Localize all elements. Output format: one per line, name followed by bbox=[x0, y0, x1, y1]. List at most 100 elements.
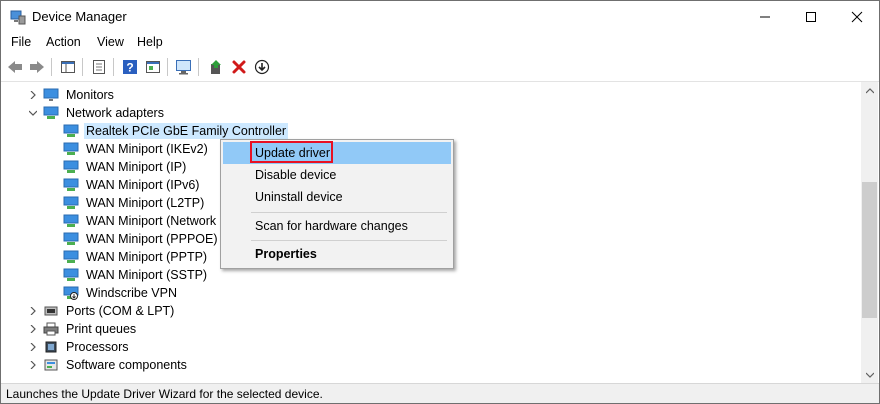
tree-item-label: WAN Miniport (IP) bbox=[86, 160, 187, 174]
tree-item-wan-miniport-pppoe[interactable]: WAN Miniport (PPPOE) bbox=[63, 230, 220, 248]
forward-arrow-icon bbox=[30, 61, 44, 73]
vertical-scrollbar[interactable] bbox=[861, 82, 878, 383]
toolbar-separator bbox=[198, 58, 199, 76]
scan-computer-button[interactable] bbox=[174, 57, 194, 77]
close-button[interactable] bbox=[834, 1, 879, 32]
context-menu-update-driver[interactable]: Update driver bbox=[223, 141, 451, 164]
tree-item-wan-miniport-ikev2[interactable]: WAN Miniport (IKEv2) bbox=[63, 140, 210, 158]
tree-item-windscribe-vpn[interactable]: Windscribe VPN bbox=[63, 284, 179, 302]
window-title: Device Manager bbox=[32, 9, 127, 24]
tree-item-label: WAN Miniport (IKEv2) bbox=[86, 142, 208, 156]
tree-item-wan-miniport-pptp[interactable]: WAN Miniport (PPTP) bbox=[63, 248, 209, 266]
expand-chevron-icon[interactable] bbox=[27, 356, 39, 374]
scroll-up-button[interactable] bbox=[861, 82, 878, 99]
network-adapter-icon bbox=[63, 142, 79, 156]
network-adapter-icon bbox=[63, 160, 79, 174]
properties-icon bbox=[93, 60, 105, 74]
tree-item-network-adapters[interactable]: Network adapters bbox=[27, 104, 166, 122]
status-bar: Launches the Update Driver Wizard for th… bbox=[1, 383, 879, 403]
tree-item-software-components[interactable]: Software components bbox=[27, 356, 189, 374]
tree-item-label: Processors bbox=[66, 340, 129, 354]
forward-button[interactable] bbox=[27, 57, 47, 77]
scroll-down-button[interactable] bbox=[861, 366, 878, 383]
download-icon bbox=[254, 59, 270, 75]
scrollbar-thumb[interactable] bbox=[862, 182, 877, 318]
update-driver-icon bbox=[211, 60, 221, 74]
enable-device-toolbar-button[interactable] bbox=[252, 57, 272, 77]
context-menu: Update driver Disable device Uninstall d… bbox=[220, 139, 454, 269]
show-hide-tree-button[interactable] bbox=[58, 57, 78, 77]
context-menu-item-label: Uninstall device bbox=[255, 190, 343, 204]
expand-chevron-icon[interactable] bbox=[27, 338, 39, 356]
software-component-icon bbox=[43, 358, 59, 372]
tree-item-label: Monitors bbox=[66, 88, 114, 102]
monitor-icon bbox=[43, 88, 59, 102]
tree-item-wan-miniport-network-monitor[interactable]: WAN Miniport (Network I bbox=[63, 212, 225, 230]
menu-help[interactable]: Help bbox=[137, 35, 163, 49]
minimize-button[interactable] bbox=[742, 1, 788, 32]
back-button[interactable] bbox=[5, 57, 25, 77]
menu-action[interactable]: Action bbox=[46, 35, 81, 49]
properties-button[interactable] bbox=[89, 57, 109, 77]
disabled-network-adapter-icon bbox=[63, 286, 79, 300]
tree-item-label: Print queues bbox=[66, 322, 137, 336]
tree-item-processors[interactable]: Processors bbox=[27, 338, 131, 356]
printer-icon bbox=[43, 322, 59, 336]
expand-chevron-icon[interactable] bbox=[27, 320, 39, 338]
expand-chevron-icon[interactable] bbox=[27, 86, 39, 104]
network-adapter-icon bbox=[43, 106, 59, 120]
context-menu-properties[interactable]: Properties bbox=[223, 243, 451, 265]
device-manager-icon bbox=[10, 9, 26, 25]
context-menu-disable-device[interactable]: Disable device bbox=[223, 164, 451, 186]
back-arrow-icon bbox=[8, 61, 22, 73]
tree-item-wan-miniport-l2tp[interactable]: WAN Miniport (L2TP) bbox=[63, 194, 206, 212]
expand-chevron-icon[interactable] bbox=[27, 302, 39, 320]
context-menu-separator bbox=[251, 240, 447, 241]
tree-item-label: Network adapters bbox=[66, 106, 164, 120]
tree-item-print-queues[interactable]: Print queues bbox=[27, 320, 138, 338]
toolbar-separator bbox=[51, 58, 52, 76]
svg-text:?: ? bbox=[126, 61, 133, 75]
context-menu-scan-hardware[interactable]: Scan for hardware changes bbox=[223, 215, 451, 237]
port-icon bbox=[43, 304, 59, 318]
tree-item-label: Windscribe VPN bbox=[86, 286, 177, 300]
network-adapter-icon bbox=[63, 268, 79, 282]
uninstall-toolbar-button[interactable] bbox=[229, 57, 249, 77]
update-driver-toolbar-button[interactable] bbox=[206, 57, 226, 77]
show-hide-tree-icon bbox=[61, 61, 75, 73]
toolbar-separator bbox=[82, 58, 83, 76]
device-manager-window: Device Manager File Action View Help ? M… bbox=[0, 0, 880, 404]
toolbar: ? bbox=[1, 54, 879, 82]
context-menu-uninstall-device[interactable]: Uninstall device bbox=[223, 186, 451, 208]
scroll-up-arrow-icon bbox=[865, 87, 874, 93]
title-bar: Device Manager bbox=[1, 1, 879, 32]
red-highlight-box bbox=[250, 141, 333, 163]
tree-item-label: WAN Miniport (PPPOE) bbox=[86, 232, 218, 246]
tree-item-monitors[interactable]: Monitors bbox=[27, 86, 116, 104]
menu-file[interactable]: File bbox=[11, 35, 31, 49]
scroll-down-arrow-icon bbox=[865, 372, 874, 378]
network-adapter-icon bbox=[63, 124, 79, 138]
minimize-icon bbox=[760, 16, 770, 17]
tree-item-wan-miniport-ipv6[interactable]: WAN Miniport (IPv6) bbox=[63, 176, 201, 194]
view-icon bbox=[146, 61, 160, 73]
tree-item-label: Realtek PCIe GbE Family Controller bbox=[84, 123, 289, 139]
tree-item-label: Software components bbox=[66, 358, 187, 372]
processor-icon bbox=[43, 340, 59, 354]
tree-item-label: WAN Miniport (SSTP) bbox=[86, 268, 208, 282]
tree-item-realtek-pcie-gbe[interactable]: Realtek PCIe GbE Family Controller bbox=[63, 122, 289, 140]
menu-view[interactable]: View bbox=[97, 35, 124, 49]
scan-computer-icon bbox=[176, 60, 191, 75]
context-menu-item-label: Disable device bbox=[255, 168, 337, 182]
tree-item-label: Ports (COM & LPT) bbox=[66, 304, 175, 318]
tree-item-wan-miniport-ip[interactable]: WAN Miniport (IP) bbox=[63, 158, 188, 176]
collapse-chevron-icon[interactable] bbox=[27, 104, 39, 122]
view-button[interactable] bbox=[143, 57, 163, 77]
tree-item-wan-miniport-sstp[interactable]: WAN Miniport (SSTP) bbox=[63, 266, 209, 284]
maximize-button[interactable] bbox=[788, 1, 834, 32]
help-button[interactable]: ? bbox=[120, 57, 140, 77]
tree-item-ports[interactable]: Ports (COM & LPT) bbox=[27, 302, 176, 320]
tree-item-label: WAN Miniport (PPTP) bbox=[86, 250, 208, 264]
close-icon bbox=[851, 11, 863, 22]
network-adapter-icon bbox=[63, 250, 79, 264]
